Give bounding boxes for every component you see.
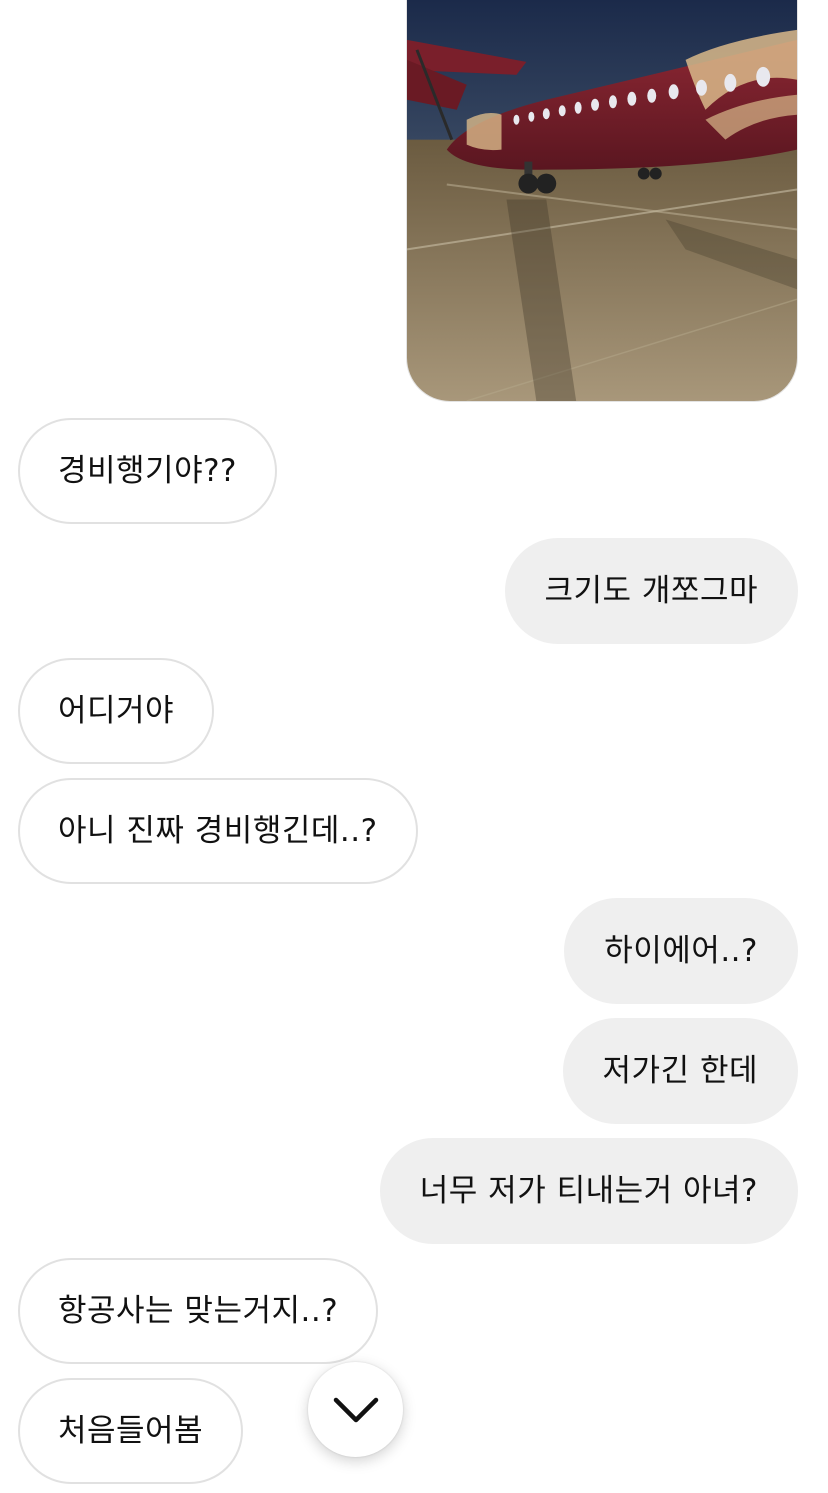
message-text: 너무 저가 티내는거 아녀? xyxy=(419,1172,758,1209)
incoming-message[interactable]: 어디거야 xyxy=(18,658,215,764)
incoming-message[interactable]: 경비행기야?? xyxy=(18,418,278,524)
message-text: 아니 진짜 경비행긴데..? xyxy=(58,812,378,849)
message-text: 처음들어봄 xyxy=(58,1412,204,1449)
outgoing-message[interactable]: 크기도 개쪼그마 xyxy=(504,538,798,644)
outgoing-message[interactable]: 저가긴 한데 xyxy=(562,1018,798,1124)
scroll-to-bottom-button[interactable] xyxy=(308,1362,403,1457)
message-text: 경비행기야?? xyxy=(58,452,238,489)
outgoing-message[interactable]: 하이에어..? xyxy=(564,898,798,1004)
message-text: 크기도 개쪼그마 xyxy=(544,572,758,609)
incoming-message[interactable]: 항공사는 맞는거지..? xyxy=(18,1258,379,1364)
incoming-message[interactable]: 처음들어봄 xyxy=(18,1378,244,1484)
message-text: 저가긴 한데 xyxy=(602,1052,758,1089)
outgoing-message[interactable]: 너무 저가 티내는거 아녀? xyxy=(379,1138,798,1244)
message-text: 어디거야 xyxy=(58,692,175,729)
message-text: 하이에어..? xyxy=(604,932,758,969)
chevron-down-icon xyxy=(333,1397,378,1422)
shared-photo[interactable] xyxy=(406,0,798,402)
airplane-photo-icon xyxy=(407,0,797,401)
chat-thread: 경비행기야?? 크기도 개쪼그마 어디거야 아니 진짜 경비행긴데..? 하이에… xyxy=(0,0,828,1493)
incoming-message[interactable]: 아니 진짜 경비행긴데..? xyxy=(18,778,418,884)
message-text: 항공사는 맞는거지..? xyxy=(58,1292,339,1329)
